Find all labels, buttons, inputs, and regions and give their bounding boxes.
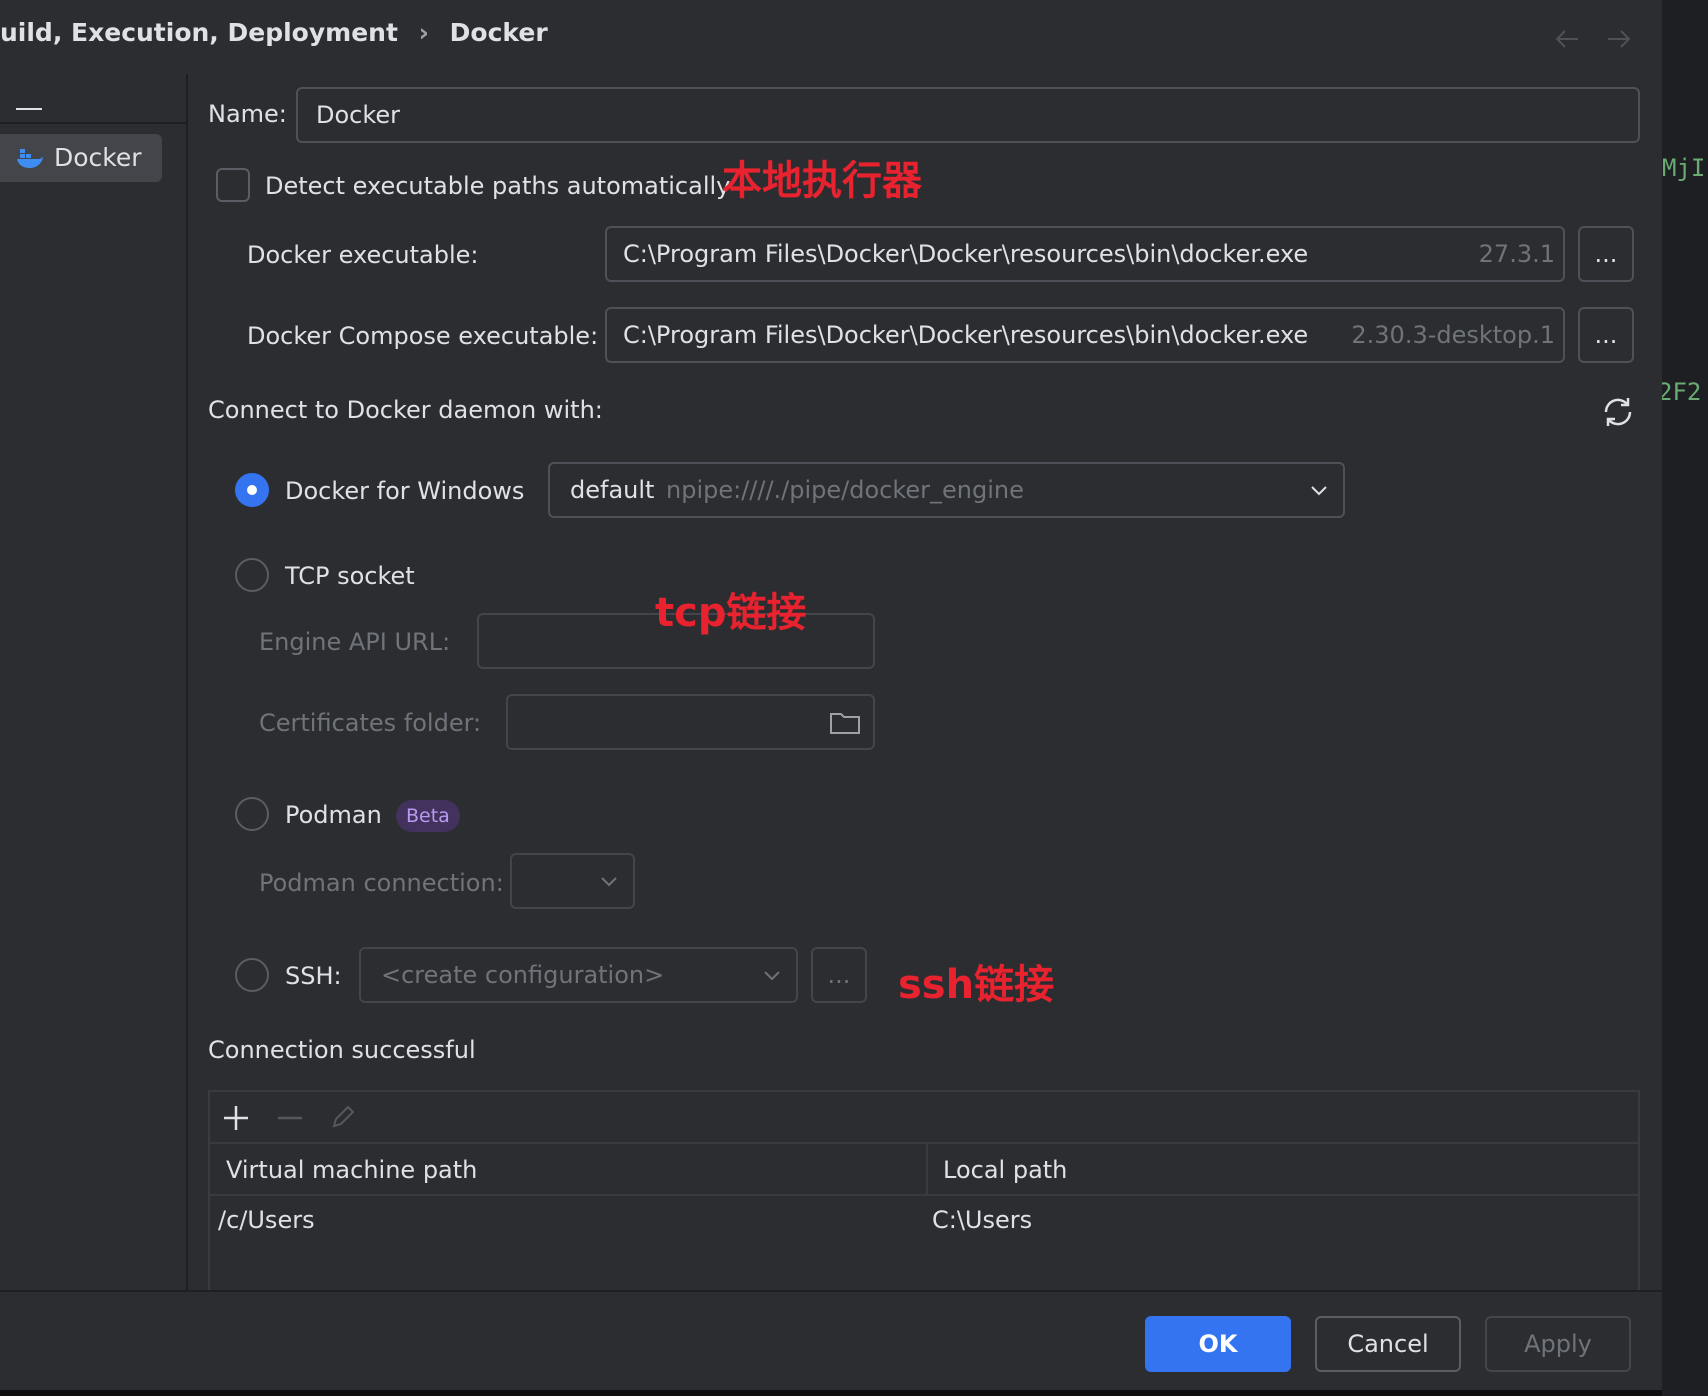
compose-exe-value: C:\Program Files\Docker\Docker\resources… — [623, 321, 1309, 349]
docker-windows-radio[interactable] — [235, 473, 269, 507]
name-label: Name: — [208, 100, 287, 128]
docker-windows-label[interactable]: Docker for Windows — [285, 477, 524, 505]
docker-context-name: default — [570, 476, 655, 504]
docker-exe-input[interactable]: C:\Program Files\Docker\Docker\resources… — [605, 226, 1565, 282]
detect-paths-label[interactable]: Detect executable paths automatically — [265, 172, 730, 200]
docker-icon — [16, 146, 44, 174]
docker-exe-value: C:\Program Files\Docker\Docker\resources… — [623, 240, 1309, 268]
apply-button[interactable]: Apply — [1485, 1316, 1631, 1372]
ok-button[interactable]: OK — [1145, 1316, 1291, 1372]
vm-path-cell: /c/Users — [218, 1206, 315, 1234]
annotation-ssh: ssh链接 — [898, 962, 1055, 1008]
sidebar-item-label: Docker — [54, 143, 142, 172]
edit-icon[interactable] — [328, 1102, 358, 1136]
back-arrow-icon[interactable] — [1552, 24, 1582, 58]
code-fragment: 2F2 — [1662, 378, 1702, 406]
connection-status: Connection successful — [208, 1036, 476, 1064]
docker-exe-label: Docker executable: — [247, 241, 479, 269]
ssh-radio[interactable] — [235, 958, 269, 992]
sidebar: Docker — [0, 74, 188, 1290]
code-fragment: MjI — [1662, 154, 1706, 182]
podman-radio[interactable] — [235, 797, 269, 831]
tcp-socket-label[interactable]: TCP socket — [285, 562, 415, 590]
cancel-button-label: Cancel — [1347, 1330, 1429, 1358]
compose-exe-input[interactable]: C:\Program Files\Docker\Docker\resources… — [605, 307, 1565, 363]
ssh-label[interactable]: SSH: — [285, 962, 342, 990]
docker-context-path: npipe:////./pipe/docker_engine — [666, 476, 1024, 504]
docker-exe-version: 27.3.1 — [1478, 240, 1555, 268]
breadcrumb-current: Docker — [449, 18, 548, 47]
compose-exe-browse-button[interactable]: ... — [1578, 307, 1634, 363]
breadcrumb-separator: › — [418, 18, 429, 47]
apply-button-label: Apply — [1524, 1330, 1592, 1358]
chevron-down-icon — [1309, 482, 1329, 498]
local-path-cell: C:\Users — [932, 1206, 1033, 1234]
table-row[interactable]: /c/Users C:\Users — [210, 1196, 1638, 1242]
beta-badge: Beta — [396, 800, 460, 832]
ssh-config-select[interactable]: <create configuration> — [359, 947, 798, 1003]
cancel-button[interactable]: Cancel — [1315, 1316, 1461, 1372]
browse-button-label: ... — [827, 961, 851, 989]
editor-background: MjI 2F2 — [1662, 0, 1708, 1396]
certs-input[interactable] — [506, 694, 875, 750]
table-header: Virtual machine path Local path — [210, 1142, 1638, 1196]
compose-exe-version: 2.30.3-desktop.1 — [1351, 321, 1555, 349]
browse-button-label: ... — [1594, 240, 1618, 268]
podman-connection-label: Podman connection: — [259, 869, 504, 897]
sidebar-divider — [0, 122, 186, 124]
breadcrumb: uild, Execution, Deployment › Docker — [0, 18, 548, 47]
settings-dialog: uild, Execution, Deployment › Docker Doc… — [0, 0, 1662, 1390]
ok-button-label: OK — [1198, 1330, 1238, 1358]
sidebar-item-docker[interactable]: Docker — [0, 134, 162, 182]
podman-connection-select[interactable] — [510, 853, 635, 909]
chevron-down-icon — [599, 873, 619, 889]
refresh-icon[interactable] — [1600, 394, 1636, 434]
footer: OK Cancel Apply — [0, 1290, 1662, 1390]
compose-exe-label: Docker Compose executable: — [247, 322, 599, 350]
table-toolbar — [210, 1092, 1638, 1144]
ssh-config-placeholder: <create configuration> — [381, 961, 665, 989]
path-mappings-table: Virtual machine path Local path /c/Users… — [208, 1090, 1640, 1290]
forward-arrow-icon[interactable] — [1604, 24, 1634, 58]
engine-api-label: Engine API URL: — [259, 628, 451, 656]
folder-icon[interactable] — [829, 710, 861, 740]
podman-label[interactable]: Podman — [285, 801, 382, 829]
docker-exe-browse-button[interactable]: ... — [1578, 226, 1634, 282]
breadcrumb-parent[interactable]: uild, Execution, Deployment — [0, 18, 398, 47]
add-icon[interactable] — [222, 1104, 250, 1136]
remove-icon[interactable] — [276, 1104, 304, 1136]
annotation-tcp: tcp链接 — [655, 590, 807, 636]
connect-label: Connect to Docker daemon with: — [208, 396, 603, 424]
detect-paths-checkbox[interactable] — [216, 168, 250, 202]
name-input-value: Docker — [316, 101, 401, 129]
chevron-down-icon — [762, 967, 782, 983]
certs-label: Certificates folder: — [259, 709, 482, 737]
annotation-local-executor: 本地执行器 — [722, 158, 922, 204]
column-header-vm-path[interactable]: Virtual machine path — [226, 1156, 477, 1184]
browse-button-label: ... — [1594, 321, 1618, 349]
column-divider — [926, 1142, 928, 1194]
name-input[interactable]: Docker — [296, 87, 1640, 143]
ssh-browse-button[interactable]: ... — [811, 947, 867, 1003]
column-header-local-path[interactable]: Local path — [943, 1156, 1067, 1184]
remove-icon[interactable] — [16, 96, 46, 115]
tcp-socket-radio[interactable] — [235, 558, 269, 592]
docker-context-select[interactable]: default npipe:////./pipe/docker_engine — [548, 462, 1345, 518]
